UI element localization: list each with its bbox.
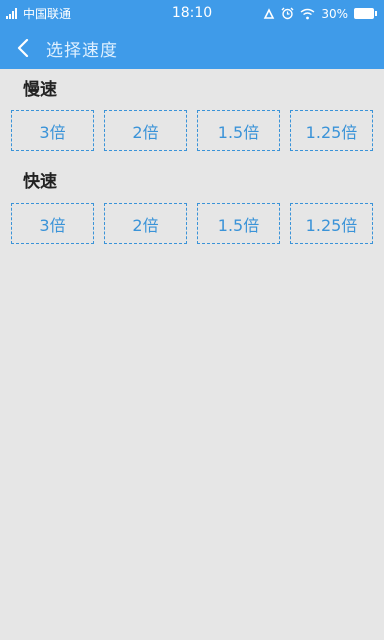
battery-percent: 30% [321, 6, 348, 21]
signal-icon [6, 8, 17, 19]
back-button[interactable] [0, 27, 46, 69]
wifi-icon [300, 8, 315, 19]
fast-options-row: 3倍 2倍 1.5倍 1.25倍 [0, 203, 384, 244]
alarm-clock-icon [281, 7, 294, 20]
status-bar: 中国联通 18:10 30% [0, 0, 384, 27]
slow-speed-1-25x-button[interactable]: 1.25倍 [290, 110, 373, 151]
page-title: 选择速度 [46, 40, 118, 61]
nfc-icon [264, 7, 275, 19]
back-arrow-icon [17, 39, 29, 57]
status-right: 30% [263, 7, 377, 21]
fast-section-title: 快速 [23, 172, 57, 192]
slow-options-row: 3倍 2倍 1.5倍 1.25倍 [0, 110, 384, 151]
carrier-label: 中国联通 [23, 7, 72, 21]
fast-speed-1-5x-button[interactable]: 1.5倍 [197, 203, 280, 244]
slow-speed-3x-button[interactable]: 3倍 [11, 110, 94, 151]
battery-icon [354, 8, 377, 19]
toolbar: 选择速度 [0, 27, 384, 69]
status-left: 中国联通 [6, 5, 71, 22]
slow-speed-1-5x-button[interactable]: 1.5倍 [197, 110, 280, 151]
fast-speed-1-25x-button[interactable]: 1.25倍 [290, 203, 373, 244]
slow-speed-2x-button[interactable]: 2倍 [104, 110, 187, 151]
slow-section-title: 慢速 [23, 80, 57, 100]
fast-speed-2x-button[interactable]: 2倍 [104, 203, 187, 244]
fast-speed-3x-button[interactable]: 3倍 [11, 203, 94, 244]
app-header: 中国联通 18:10 30% 选择速度 [0, 0, 384, 69]
